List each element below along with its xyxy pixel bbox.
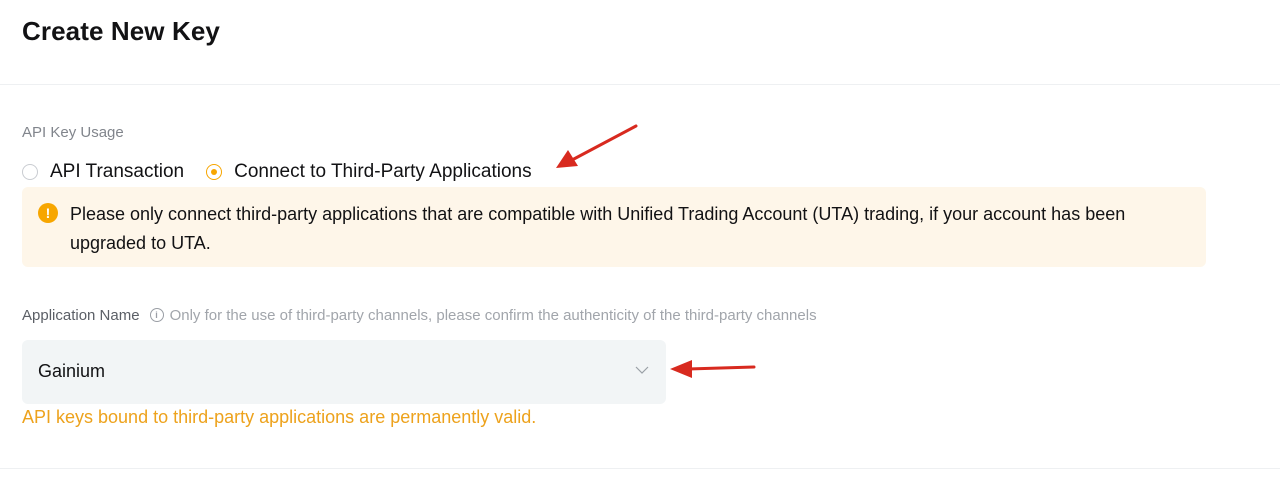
radio-label-third-party-applications: Connect to Third-Party Applications <box>234 161 532 182</box>
page-title: Create New Key <box>22 16 220 46</box>
exclamation-icon: ! <box>38 203 58 223</box>
application-name-label-row: Application Name i Only for the use of t… <box>22 305 817 325</box>
annotation-arrow-icon <box>670 360 756 378</box>
footer-divider <box>0 468 1280 469</box>
application-name-selected-value: Gainium <box>38 361 106 381</box>
radio-button-unchecked[interactable] <box>22 164 38 180</box>
radio-button-checked[interactable] <box>206 164 223 180</box>
annotation-arrow-icon <box>556 124 638 168</box>
application-name-select[interactable]: Gainium <box>22 340 666 404</box>
info-icon[interactable]: i <box>149 308 164 322</box>
application-name-label: Application Name <box>22 306 140 324</box>
radio-option-api-transaction[interactable]: API Transaction <box>22 161 184 183</box>
chevron-down-icon <box>635 366 649 374</box>
uta-warning-banner: ! Please only connect third-party applic… <box>22 187 1206 267</box>
api-key-usage-label: API Key Usage <box>22 124 124 141</box>
permanent-validity-note: API keys bound to third-party applicatio… <box>22 407 537 427</box>
header-divider <box>0 84 1280 85</box>
radio-option-third-party-applications[interactable]: Connect to Third-Party Applications <box>206 161 532 183</box>
radio-label-api-transaction: API Transaction <box>50 161 185 182</box>
api-key-usage-radio-group: API Transaction Connect to Third-Party A… <box>22 160 554 184</box>
application-name-hint: Only for the use of third-party channels… <box>169 306 817 324</box>
warning-text: Please only connect third-party applicat… <box>70 204 1126 253</box>
